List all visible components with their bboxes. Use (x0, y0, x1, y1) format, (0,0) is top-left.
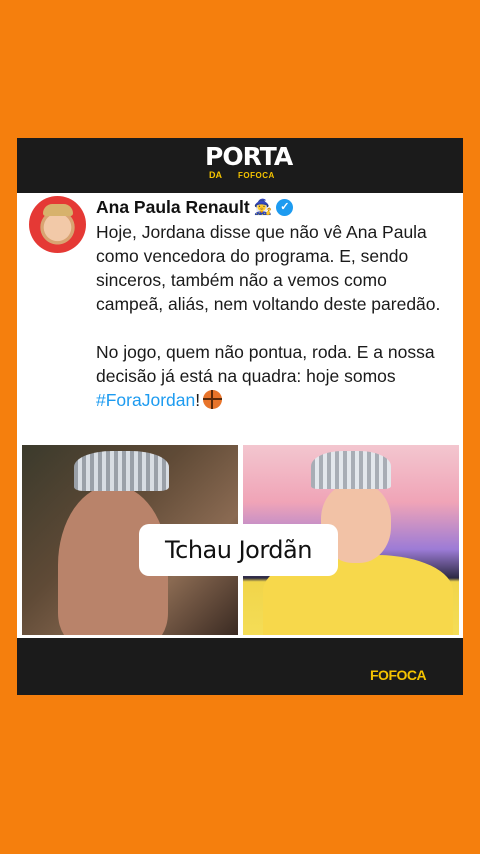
author-name[interactable]: Ana Paula Renault (96, 197, 250, 218)
avatar-hair (43, 204, 73, 216)
logo-title: PORTA (205, 142, 293, 171)
avatar[interactable] (29, 196, 86, 253)
tweet-paragraph-2-text: No jogo, quem não pontua, roda. E a noss… (96, 342, 435, 386)
footer-brand: FOFOCA (370, 667, 427, 683)
post-card: PORTA DA FOFOCA Ana Paula Renault 🧙‍♀️ ✓… (17, 138, 463, 695)
caption-overlay: Tchau Jordãn (139, 524, 338, 576)
tweet-paragraph-2-end: ! (195, 390, 201, 410)
verified-badge-icon: ✓ (276, 198, 294, 216)
hashtag-link[interactable]: #ForaJordan (96, 390, 195, 410)
logo-da: DA (209, 170, 222, 180)
basketball-icon (203, 390, 223, 409)
sequin-hat-left (74, 451, 169, 491)
tweet-paragraph-1: Hoje, Jordana disse que não vê Ana Paula… (96, 222, 441, 314)
witch-emoji-icon: 🧙‍♀️ (253, 198, 273, 216)
porta-da-fofoca-logo: PORTA DA FOFOCA (205, 144, 293, 186)
tweet-paragraph-2: No jogo, quem não pontua, roda. E a noss… (96, 340, 458, 412)
footer-bar: FOFOCA (17, 638, 463, 695)
logo-fofoca: FOFOCA (238, 171, 275, 180)
header-bar: PORTA DA FOFOCA (17, 138, 463, 193)
sequin-hat-right (311, 451, 391, 489)
tweet-text: Hoje, Jordana disse que não vê Ana Paula… (96, 220, 458, 412)
screen: { "colors": { "background": "#F57F0D", "… (0, 0, 480, 854)
author-row: Ana Paula Renault 🧙‍♀️ ✓ (96, 194, 294, 220)
